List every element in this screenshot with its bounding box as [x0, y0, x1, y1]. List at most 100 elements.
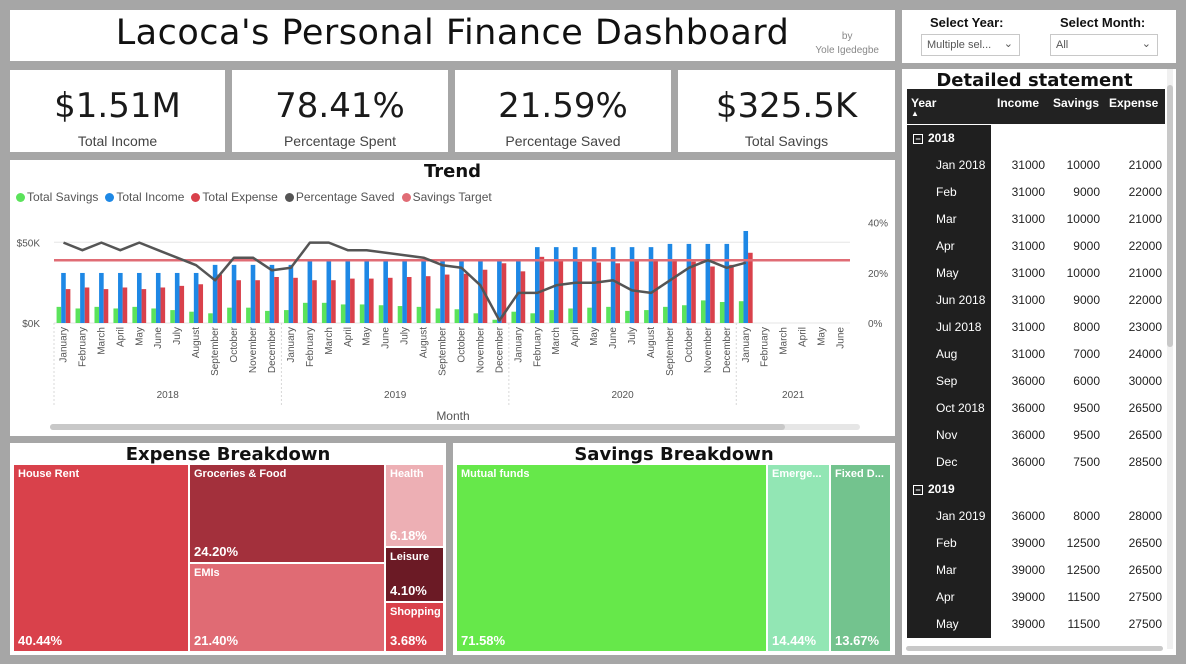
expense-breakdown-panel: Expense Breakdown House Rent 40.44% Groc… [10, 443, 446, 655]
horizontal-scrollbar[interactable] [906, 646, 1163, 651]
row-label-cell: Aug [907, 341, 991, 368]
legend-swatch [191, 193, 201, 202]
treemap-tile-shopping[interactable]: Shopping 3.68% [385, 602, 444, 652]
x-axis-tick-label: February [532, 327, 543, 367]
legend-item[interactable]: Percentage Saved [284, 190, 395, 204]
x-axis-tick-label: January [58, 327, 69, 363]
collapse-icon[interactable]: − [913, 485, 923, 495]
legend-item[interactable]: Total Expense [191, 190, 278, 204]
legend-item[interactable]: Savings Target [401, 190, 492, 204]
table-row[interactable]: Feb 39000 12500 26500 [907, 530, 1165, 557]
table-row[interactable]: Nov 36000 9500 26500 [907, 422, 1165, 449]
bar-total-income [648, 247, 654, 323]
cell-expense: 24000 [1128, 347, 1162, 361]
period-label: Nov [936, 428, 958, 442]
table-row[interactable]: Jun 2018 31000 9000 22000 [907, 287, 1165, 314]
bar-total-income [610, 247, 616, 323]
legend-label: Total Income [116, 190, 185, 204]
trend-legend: Total Savings Total Income Total Expense Pe… [16, 190, 499, 204]
column-header-year[interactable]: Year ▲ [911, 96, 936, 118]
tile-label: Leisure [390, 551, 430, 563]
y2-axis-tick-label: 0% [868, 319, 883, 330]
treemap-tile-health[interactable]: Health 6.18% [385, 464, 444, 547]
bar-total-income [440, 260, 445, 323]
treemap-tile-house-rent[interactable]: House Rent 40.44% [13, 464, 189, 652]
legend-label: Total Expense [202, 190, 278, 204]
row-label-cell: Dec [907, 449, 991, 476]
tile-value: 3.68% [390, 633, 427, 648]
legend-item[interactable]: Total Savings [16, 190, 98, 204]
period-label: Oct 2018 [936, 401, 985, 415]
treemap-tile-fixed-deposit[interactable]: Fixed D... 13.67% [830, 464, 891, 652]
table-row[interactable]: Jul 2018 31000 8000 23000 [907, 314, 1165, 341]
table-row[interactable]: Oct 2018 36000 9500 26500 [907, 395, 1165, 422]
cell-savings: 7000 [1073, 347, 1100, 361]
year-group-label: 2020 [611, 390, 634, 401]
treemap-tile-emis[interactable]: EMIs 21.40% [189, 563, 385, 652]
cell-expense: 28500 [1128, 455, 1162, 469]
month-slicer-value: All [1056, 39, 1069, 51]
treemap-tile-emergency[interactable]: Emerge... 14.44% [767, 464, 830, 652]
cell-expense: 22000 [1128, 185, 1162, 199]
table-row[interactable]: Apr 39000 11500 27500 [907, 584, 1165, 611]
table-row[interactable]: Apr 31000 9000 22000 [907, 233, 1165, 260]
bar-total-savings [435, 308, 441, 323]
column-header-income[interactable]: Income [997, 96, 1039, 110]
chart-scrollbar-thumb[interactable] [50, 424, 785, 430]
x-axis-tick-label: September [210, 326, 221, 376]
vertical-scrollbar[interactable] [1167, 69, 1173, 649]
table-row[interactable]: Mar 39000 12500 26500 [907, 557, 1165, 584]
bar-total-expense [463, 273, 469, 323]
cell-income: 39000 [1011, 536, 1045, 550]
scroll-thumb[interactable] [1167, 85, 1173, 347]
table-row[interactable]: May 39000 11500 27500 [907, 611, 1165, 638]
legend-item[interactable]: Total Income [105, 190, 184, 204]
bar-total-savings [246, 307, 251, 323]
bar-total-savings [265, 310, 270, 323]
legend-label: Total Savings [27, 190, 99, 204]
author-name: Yole Igedegbe [815, 45, 879, 56]
bar-total-expense [312, 280, 317, 323]
cell-savings: 8000 [1073, 320, 1100, 334]
table-row[interactable]: Jan 2018 31000 10000 21000 [907, 152, 1165, 179]
x-axis-tick-label: May [817, 327, 828, 346]
table-group-row[interactable]: −2019 [907, 476, 1165, 503]
bar-total-savings [700, 300, 706, 323]
bar-total-savings [359, 304, 365, 323]
row-label-cell: May [907, 611, 991, 638]
column-header-savings[interactable]: Savings [1053, 96, 1099, 110]
kpi-card-percentage-saved: 21.59% Percentage Saved [455, 70, 671, 152]
table-row[interactable]: Aug 31000 7000 24000 [907, 341, 1165, 368]
table-row[interactable]: Feb 31000 9000 22000 [907, 179, 1165, 206]
x-axis-tick-label: January [513, 327, 524, 363]
group-label: 2018 [928, 131, 955, 145]
table-group-row[interactable]: −2018 [907, 125, 1165, 152]
row-label-cell: −2018 [907, 125, 991, 152]
collapse-icon[interactable]: − [913, 134, 923, 144]
table-row[interactable]: May 31000 10000 21000 [907, 260, 1165, 287]
kpi-value: 21.59% [498, 86, 628, 126]
table-row[interactable]: Mar 31000 10000 21000 [907, 206, 1165, 233]
row-label-cell: Nov [907, 422, 991, 449]
treemap-tile-leisure[interactable]: Leisure 4.10% [385, 547, 444, 602]
cell-savings: 7500 [1073, 455, 1100, 469]
bar-total-savings [189, 311, 194, 323]
bar-total-savings [625, 310, 630, 323]
legend-swatch [105, 193, 115, 202]
table-row[interactable]: Dec 36000 7500 28500 [907, 449, 1165, 476]
savings-breakdown-panel: Savings Breakdown Mutual funds 71.58% Em… [453, 443, 895, 655]
kpi-label: Percentage Saved [505, 133, 621, 149]
treemap-tile-mutual-funds[interactable]: Mutual funds 71.58% [456, 464, 767, 652]
table-row[interactable]: Jan 2019 36000 8000 28000 [907, 503, 1165, 530]
column-header-expense[interactable]: Expense [1109, 96, 1158, 110]
table-header: Year ▲ Income Savings Expense [907, 89, 1165, 124]
bar-total-savings [738, 301, 744, 323]
month-slicer-dropdown[interactable]: All ⌄ [1050, 34, 1158, 56]
table-row[interactable]: Sep 36000 6000 30000 [907, 368, 1165, 395]
treemap-tile-groceries-food[interactable]: Groceries & Food 24.20% [189, 464, 385, 563]
statement-title: Detailed statement [936, 70, 1133, 91]
bar-total-expense [748, 252, 753, 323]
bar-total-savings [132, 306, 137, 323]
year-slicer-dropdown[interactable]: Multiple sel... ⌄ [921, 34, 1020, 56]
x-axis-tick-label: June [381, 327, 392, 349]
